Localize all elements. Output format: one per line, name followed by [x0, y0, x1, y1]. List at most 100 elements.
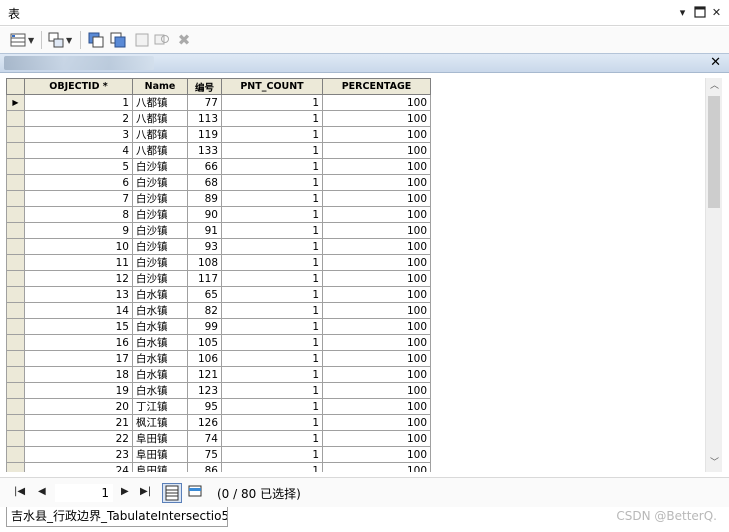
table-row[interactable]: 18 白水镇 121 1 100 — [6, 366, 431, 383]
objectid-cell[interactable]: 4 — [24, 142, 133, 159]
code-cell[interactable]: 82 — [187, 302, 222, 319]
pnt-count-cell[interactable]: 1 — [221, 286, 323, 303]
percentage-cell[interactable]: 100 — [322, 254, 431, 271]
name-cell[interactable]: 白沙镇 — [132, 238, 188, 255]
table-row[interactable]: 20 丁江镇 95 1 100 — [6, 398, 431, 415]
row-selector[interactable] — [6, 366, 25, 383]
pnt-count-cell[interactable]: 1 — [221, 318, 323, 335]
table-name-tab[interactable]: 吉水县_行政边界_TabulateIntersectio5 — [6, 507, 228, 527]
percentage-cell[interactable]: 100 — [322, 286, 431, 303]
table-row[interactable]: 22 阜田镇 74 1 100 — [6, 430, 431, 447]
objectid-cell[interactable]: 20 — [24, 398, 133, 415]
name-cell[interactable]: 八都镇 — [132, 110, 188, 127]
percentage-cell[interactable]: 100 — [322, 190, 431, 207]
pnt-count-cell[interactable]: 1 — [221, 350, 323, 367]
table-row[interactable]: 4 八都镇 133 1 100 — [6, 142, 431, 159]
table-row[interactable]: ▶ 1 八都镇 77 1 100 — [6, 94, 431, 111]
select-by-attributes-button[interactable] — [88, 31, 104, 49]
row-selector[interactable] — [6, 334, 25, 351]
percentage-cell[interactable]: 100 — [322, 222, 431, 239]
name-cell[interactable]: 白沙镇 — [132, 254, 188, 271]
delete-selected-button[interactable]: ✖ — [176, 31, 192, 49]
scroll-down-icon[interactable]: ﹀ — [706, 455, 723, 472]
name-cell[interactable]: 白水镇 — [132, 350, 188, 367]
name-cell[interactable]: 丁江镇 — [132, 398, 188, 415]
row-selector[interactable] — [6, 174, 25, 191]
column-header-code[interactable]: 编号 — [187, 78, 222, 95]
table-row[interactable]: 2 八都镇 113 1 100 — [6, 110, 431, 127]
pnt-count-cell[interactable]: 1 — [221, 238, 323, 255]
name-cell[interactable]: 白沙镇 — [132, 190, 188, 207]
objectid-cell[interactable]: 10 — [24, 238, 133, 255]
last-record-icon[interactable]: ▶| — [140, 486, 151, 497]
code-cell[interactable]: 91 — [187, 222, 222, 239]
table-row[interactable]: 19 白水镇 123 1 100 — [6, 382, 431, 399]
code-cell[interactable]: 86 — [187, 462, 222, 472]
table-row[interactable]: 10 白沙镇 93 1 100 — [6, 238, 431, 255]
table-row[interactable]: 11 白沙镇 108 1 100 — [6, 254, 431, 271]
percentage-cell[interactable]: 100 — [322, 318, 431, 335]
scroll-up-icon[interactable]: ︿ — [706, 78, 723, 95]
percentage-cell[interactable]: 100 — [322, 142, 431, 159]
row-selector[interactable] — [6, 414, 25, 431]
objectid-cell[interactable]: 8 — [24, 206, 133, 223]
row-selector[interactable] — [6, 254, 25, 271]
percentage-cell[interactable]: 100 — [322, 94, 431, 111]
code-cell[interactable]: 68 — [187, 174, 222, 191]
name-cell[interactable]: 枫江镇 — [132, 414, 188, 431]
row-selector[interactable] — [6, 302, 25, 319]
code-cell[interactable]: 106 — [187, 350, 222, 367]
row-selector[interactable] — [6, 222, 25, 239]
objectid-cell[interactable]: 17 — [24, 350, 133, 367]
current-record-input[interactable]: 1 — [55, 484, 113, 502]
objectid-cell[interactable]: 19 — [24, 382, 133, 399]
column-header-objectid[interactable]: OBJECTID * — [24, 78, 133, 95]
row-selector[interactable]: ▶ — [6, 94, 25, 111]
objectid-cell[interactable]: 7 — [24, 190, 133, 207]
previous-record-icon[interactable]: ◀ — [38, 486, 46, 497]
code-cell[interactable]: 65 — [187, 286, 222, 303]
row-selector[interactable] — [6, 318, 25, 335]
row-selector[interactable] — [6, 206, 25, 223]
table-row[interactable]: 23 阜田镇 75 1 100 — [6, 446, 431, 463]
column-header-name[interactable]: Name — [132, 78, 188, 95]
percentage-cell[interactable]: 100 — [322, 110, 431, 127]
code-cell[interactable]: 74 — [187, 430, 222, 447]
pnt-count-cell[interactable]: 1 — [221, 366, 323, 383]
percentage-cell[interactable]: 100 — [322, 206, 431, 223]
row-selector[interactable] — [6, 158, 25, 175]
row-selector[interactable] — [6, 110, 25, 127]
pnt-count-cell[interactable]: 1 — [221, 398, 323, 415]
percentage-cell[interactable]: 100 — [322, 126, 431, 143]
name-cell[interactable]: 阜田镇 — [132, 462, 188, 472]
name-cell[interactable]: 阜田镇 — [132, 446, 188, 463]
objectid-cell[interactable]: 6 — [24, 174, 133, 191]
name-cell[interactable]: 白水镇 — [132, 318, 188, 335]
code-cell[interactable]: 123 — [187, 382, 222, 399]
row-selector-header[interactable] — [6, 78, 25, 95]
name-cell[interactable]: 八都镇 — [132, 126, 188, 143]
code-cell[interactable]: 119 — [187, 126, 222, 143]
code-cell[interactable]: 89 — [187, 190, 222, 207]
percentage-cell[interactable]: 100 — [322, 366, 431, 383]
table-tab[interactable] — [4, 56, 154, 70]
column-header-pnt-count[interactable]: PNT_COUNT — [221, 78, 323, 95]
pnt-count-cell[interactable]: 1 — [221, 142, 323, 159]
name-cell[interactable]: 白水镇 — [132, 286, 188, 303]
pnt-count-cell[interactable]: 1 — [221, 430, 323, 447]
code-cell[interactable]: 90 — [187, 206, 222, 223]
table-row[interactable]: 16 白水镇 105 1 100 — [6, 334, 431, 351]
pnt-count-cell[interactable]: 1 — [221, 254, 323, 271]
pnt-count-cell[interactable]: 1 — [221, 414, 323, 431]
objectid-cell[interactable]: 2 — [24, 110, 133, 127]
table-row[interactable]: 14 白水镇 82 1 100 — [6, 302, 431, 319]
objectid-cell[interactable]: 22 — [24, 430, 133, 447]
percentage-cell[interactable]: 100 — [322, 334, 431, 351]
pnt-count-cell[interactable]: 1 — [221, 206, 323, 223]
percentage-cell[interactable]: 100 — [322, 158, 431, 175]
code-cell[interactable]: 108 — [187, 254, 222, 271]
show-selected-records-button[interactable] — [186, 483, 206, 503]
objectid-cell[interactable]: 9 — [24, 222, 133, 239]
percentage-cell[interactable]: 100 — [322, 430, 431, 447]
vertical-scrollbar[interactable]: ︿ ﹀ — [705, 78, 722, 472]
